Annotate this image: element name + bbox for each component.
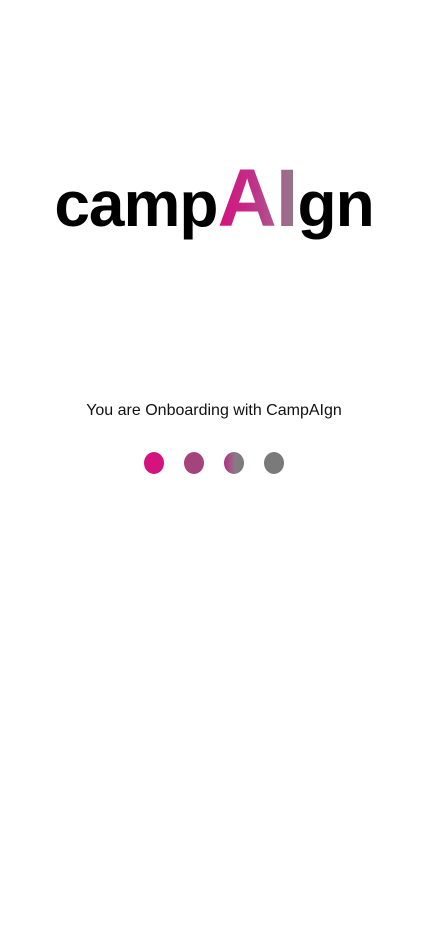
onboarding-message: You are Onboarding with CampAIgn	[86, 402, 342, 419]
logo-highlight: AI	[217, 153, 299, 244]
loading-dot	[184, 452, 204, 474]
logo-prefix: camp	[54, 168, 218, 240]
loading-dot	[224, 452, 244, 474]
logo-suffix: gn	[297, 168, 375, 240]
campaign-logo: campAIgn	[0, 158, 428, 240]
loading-dot	[144, 452, 164, 474]
loading-dot	[264, 452, 284, 474]
onboarding-screen: campAIgn You are Onboarding with CampAIg…	[0, 0, 428, 926]
loading-indicator	[144, 452, 284, 474]
